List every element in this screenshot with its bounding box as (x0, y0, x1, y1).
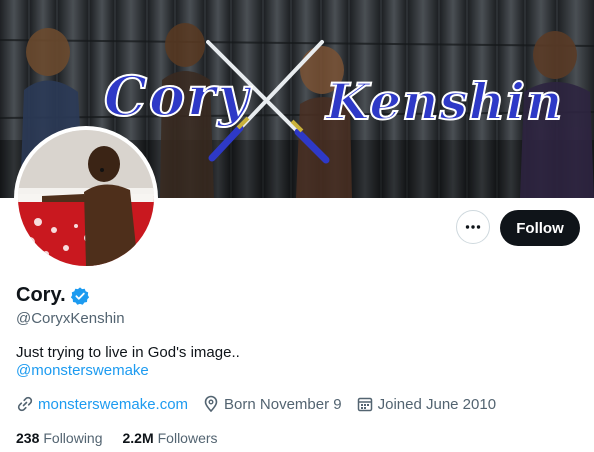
follow-button[interactable]: Follow (500, 210, 580, 246)
followers-label: Followers (157, 430, 218, 446)
joined-text: Joined June 2010 (377, 395, 497, 413)
profile-avatar[interactable] (14, 126, 158, 270)
bio-mention-link[interactable]: @monsterswemake (16, 362, 149, 379)
avatar-image (18, 130, 154, 266)
website-link[interactable]: monsterswemake.com (38, 396, 188, 413)
profile-name-row: Cory. (16, 284, 90, 307)
birthday-text: Born November 9 (224, 395, 342, 413)
verified-badge-icon[interactable] (70, 286, 90, 306)
profile-meta: monsterswemake.com Born November 9 Joine… (16, 395, 510, 413)
profile-bio: Just trying to live in God's image.. (16, 344, 240, 361)
joined-item: Joined June 2010 (356, 395, 496, 413)
following-stat[interactable]: 238 Following (16, 430, 103, 446)
more-options-button[interactable] (456, 210, 490, 244)
profile-stats: 238 Following 2.2M Followers (16, 430, 238, 446)
followers-count: 2.2M (122, 430, 154, 446)
more-horizontal-icon (465, 225, 481, 229)
followers-stat[interactable]: 2.2M Followers (123, 430, 218, 446)
display-name: Cory. (16, 284, 66, 306)
calendar-icon (357, 397, 372, 412)
banner-title-left: Cory (103, 63, 251, 129)
following-label: Following (43, 430, 103, 446)
following-count: 238 (16, 430, 40, 446)
banner-title-right: Kenshin (325, 71, 564, 132)
birthday-item: Born November 9 (202, 395, 342, 413)
location-pin-icon (204, 395, 218, 413)
link-icon (17, 396, 33, 412)
website-item: monsterswemake.com (16, 395, 188, 413)
profile-handle: @CoryxKenshin (16, 310, 125, 327)
